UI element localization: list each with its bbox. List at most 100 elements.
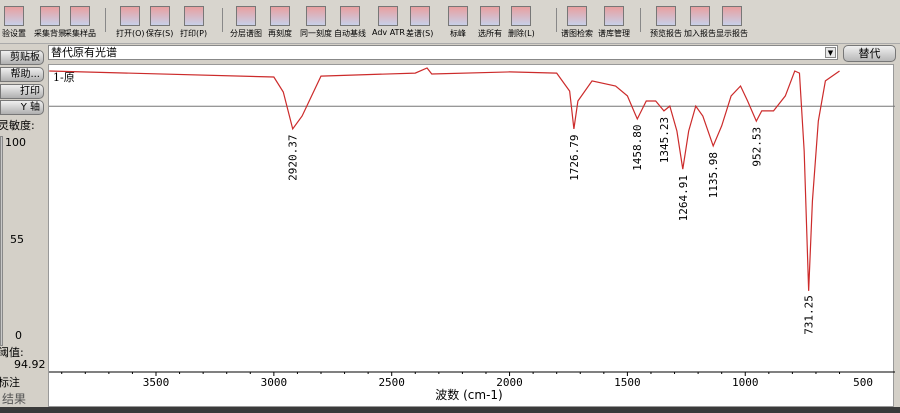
sensitivity-mid: 55 bbox=[10, 233, 24, 246]
x-tick-label: 1000 bbox=[732, 376, 759, 389]
preview-report-icon bbox=[656, 6, 676, 26]
toolbar-separator bbox=[556, 8, 557, 32]
peak-label[interactable]: 1264.91 bbox=[677, 175, 690, 221]
toolbar-button-preview-report[interactable]: 预览报告 bbox=[650, 6, 682, 39]
toolbar-label: 打开(O) bbox=[116, 29, 145, 38]
x-tick-label: 3500 bbox=[143, 376, 170, 389]
toolbar-button-rescale[interactable]: 再刻度 bbox=[268, 6, 292, 39]
toolbar-label: 加入报告 bbox=[684, 29, 716, 38]
toolbar-button-delete[interactable]: 删除(L) bbox=[508, 6, 535, 39]
peak-label[interactable]: 2920.37 bbox=[287, 135, 300, 181]
toolbar-button-same-scale[interactable]: 同一刻度 bbox=[300, 6, 332, 39]
atr-icon bbox=[378, 6, 399, 26]
toolbar-label: 预览报告 bbox=[650, 29, 682, 38]
sensitivity-slider[interactable] bbox=[0, 136, 3, 346]
toolbar-separator bbox=[105, 8, 106, 32]
annotate-label: 标注 bbox=[0, 376, 20, 389]
toolbar-button-subtract[interactable]: 差谱(S) bbox=[406, 6, 433, 39]
toolbar-label: 保存(S) bbox=[146, 29, 174, 38]
result-label: 结果 bbox=[2, 392, 27, 406]
peak-label[interactable]: 1726.79 bbox=[568, 135, 581, 181]
delete-icon bbox=[511, 6, 532, 26]
layered-spectra-icon bbox=[236, 6, 256, 26]
toolbar-label: 谱库管理 bbox=[598, 29, 630, 38]
toolbar-label: 采集样品 bbox=[64, 29, 96, 38]
toolbar-label: 打印(P) bbox=[180, 29, 208, 38]
library-icon bbox=[604, 6, 624, 26]
toolbar-button-auto-baseline[interactable]: 自动基线 bbox=[334, 6, 366, 39]
toolbar-label: 选所有 bbox=[478, 29, 502, 38]
x-tick-label: 1500 bbox=[614, 376, 641, 389]
toolbar-button-peak-label[interactable]: 标峰 bbox=[448, 6, 468, 39]
x-axis-label: 波数 (cm-1) bbox=[435, 387, 502, 402]
toolbar-button-save[interactable]: 保存(S) bbox=[146, 6, 173, 39]
toolbar-button-add-report[interactable]: 加入报告 bbox=[684, 6, 716, 39]
print-icon bbox=[183, 6, 204, 26]
spectrum-line bbox=[49, 67, 840, 291]
toolbar-label: 谱图检索 bbox=[561, 29, 593, 38]
show-report-icon bbox=[722, 6, 742, 26]
toolbar-button-select-all[interactable]: 选所有 bbox=[478, 6, 502, 39]
replace-button[interactable]: 替代 bbox=[843, 45, 896, 62]
toolbar-separator bbox=[640, 8, 641, 32]
toolbar-label: 再刻度 bbox=[268, 29, 292, 38]
toolbar: 验设置 采集背景 采集样品 打开(O) 保存(S) 打印(P) 分层谱图 再刻度 同一刻度 自动基… bbox=[0, 0, 900, 44]
x-tick-label: 2500 bbox=[378, 376, 405, 389]
open-icon bbox=[120, 6, 141, 26]
peak-label[interactable]: 952.53 bbox=[750, 127, 763, 167]
select-all-icon bbox=[480, 6, 500, 26]
add-report-icon bbox=[690, 6, 710, 26]
auto-baseline-icon bbox=[340, 6, 360, 26]
peak-label[interactable]: 731.25 bbox=[803, 295, 816, 335]
x-tick-label: 500 bbox=[853, 376, 873, 389]
toolbar-button-layered-spectra[interactable]: 分层谱图 bbox=[230, 6, 262, 39]
peak-label[interactable]: 1135.98 bbox=[707, 152, 720, 198]
select-value: 替代原有光谱 bbox=[51, 46, 117, 59]
collect-sample-icon bbox=[70, 6, 90, 26]
toolbar-button-collect-background[interactable]: 采集背景 bbox=[34, 6, 66, 39]
chevron-down-icon[interactable]: ▼ bbox=[825, 47, 836, 58]
print-button[interactable]: 打印 bbox=[0, 84, 44, 99]
spectrum-mode-select[interactable]: 替代原有光谱 ▼ bbox=[48, 45, 838, 60]
save-icon bbox=[149, 6, 170, 26]
toolbar-button-library[interactable]: 谱库管理 bbox=[598, 6, 630, 39]
clipboard-button[interactable]: 剪贴板 bbox=[0, 50, 44, 65]
peak-label[interactable]: 1458.80 bbox=[631, 125, 644, 171]
toolbar-label: 验设置 bbox=[2, 29, 26, 38]
spectrum-plot[interactable]: 3500 3000 2500 2000 1500 1000 500 波数 (cm-1) 1-原 2… bbox=[48, 64, 895, 407]
settings-icon bbox=[4, 6, 24, 26]
toolbar-button-settings[interactable]: 验设置 bbox=[2, 6, 26, 39]
toolbar-label: 删除(L) bbox=[508, 29, 535, 38]
rescale-icon bbox=[270, 6, 290, 26]
toolbar-separator bbox=[222, 8, 223, 32]
toolbar-button-print[interactable]: 打印(P) bbox=[180, 6, 207, 39]
toolbar-button-show-report[interactable]: 显示报告 bbox=[716, 6, 748, 39]
x-tick-label: 3000 bbox=[261, 376, 288, 389]
sensitivity-label: 灵敏度: bbox=[0, 119, 35, 132]
collect-background-icon bbox=[40, 6, 60, 26]
toolbar-button-collect-sample[interactable]: 采集样品 bbox=[64, 6, 96, 39]
toolbar-label: 采集背景 bbox=[34, 29, 66, 38]
sensitivity-max: 100 bbox=[5, 136, 26, 149]
toolbar-label: 标峰 bbox=[450, 29, 466, 38]
toolbar-label: 分层谱图 bbox=[230, 29, 262, 38]
spectrum-chart: 3500 3000 2500 2000 1500 1000 500波数 (cm-1)1-原2… bbox=[49, 67, 895, 402]
toolbar-label: 差谱(S) bbox=[406, 29, 434, 38]
subtract-icon bbox=[409, 6, 430, 26]
peak-label[interactable]: 1345.23 bbox=[658, 117, 671, 163]
toolbar-button-open[interactable]: 打开(O) bbox=[116, 6, 145, 39]
search-icon bbox=[567, 6, 587, 26]
y-axis-button[interactable]: Y 轴 bbox=[0, 100, 44, 115]
help-button[interactable]: 帮助... bbox=[0, 67, 44, 82]
toolbar-button-atr[interactable]: Adv ATR bbox=[372, 6, 405, 37]
toolbar-label: Adv ATR bbox=[372, 28, 405, 37]
toolbar-label: 同一刻度 bbox=[300, 29, 332, 38]
toolbar-button-search[interactable]: 谱图检索 bbox=[561, 6, 593, 39]
peak-label-icon bbox=[448, 6, 468, 26]
toolbar-label: 显示报告 bbox=[716, 29, 748, 38]
taskbar-strip bbox=[0, 407, 900, 413]
spectrum-title: 1-原 bbox=[53, 71, 75, 84]
sensitivity-min: 0 bbox=[15, 329, 22, 342]
threshold-value: 94.92 bbox=[14, 358, 46, 371]
toolbar-label: 自动基线 bbox=[334, 29, 366, 38]
